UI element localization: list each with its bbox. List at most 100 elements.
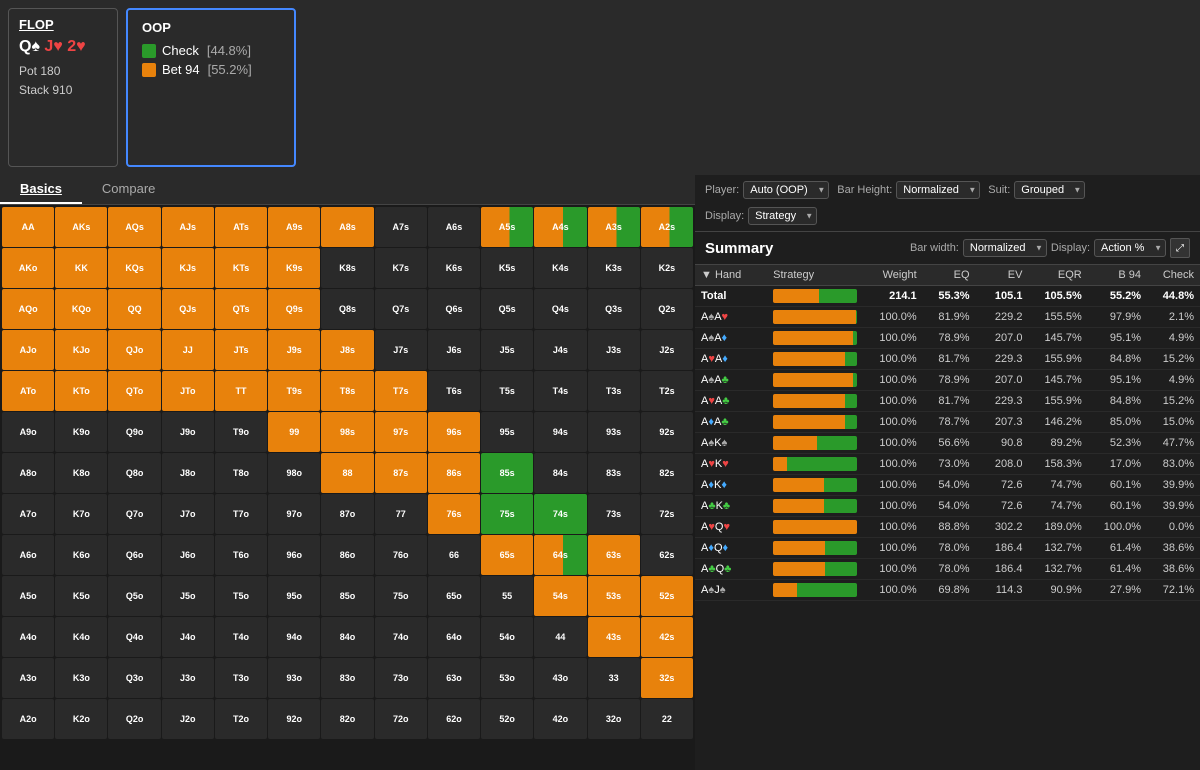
grid-cell-k2s[interactable]: K2s: [641, 248, 693, 288]
grid-cell-55[interactable]: 55: [481, 576, 533, 616]
table-row[interactable]: A♦A♣ 100.0% 78.7% 207.3 146.2% 85.0% 15.…: [695, 412, 1200, 433]
grid-cell-74o[interactable]: 74o: [375, 617, 427, 657]
grid-cell-k8s[interactable]: K8s: [321, 248, 373, 288]
grid-cell-j4s[interactable]: J4s: [534, 330, 586, 370]
grid-cell-73s[interactable]: 73s: [588, 494, 640, 534]
bar-width-select[interactable]: Normalized: [963, 239, 1047, 257]
table-row[interactable]: A♥Q♥ 100.0% 88.8% 302.2 189.0% 100.0% 0.…: [695, 517, 1200, 538]
grid-cell-q6o[interactable]: Q6o: [108, 535, 160, 575]
grid-cell-62s[interactable]: 62s: [641, 535, 693, 575]
grid-cell-a5o[interactable]: A5o: [2, 576, 54, 616]
grid-cell-jts[interactable]: JTs: [215, 330, 267, 370]
grid-cell-ajo[interactable]: AJo: [2, 330, 54, 370]
grid-cell-93o[interactable]: 93o: [268, 658, 320, 698]
grid-cell-qq[interactable]: QQ: [108, 289, 160, 329]
grid-cell-k4o[interactable]: K4o: [55, 617, 107, 657]
grid-cell-t6o[interactable]: T6o: [215, 535, 267, 575]
grid-cell-qto[interactable]: QTo: [108, 371, 160, 411]
grid-cell-64o[interactable]: 64o: [428, 617, 480, 657]
grid-cell-t9s[interactable]: T9s: [268, 371, 320, 411]
grid-cell-33[interactable]: 33: [588, 658, 640, 698]
table-row[interactable]: A♣K♣ 100.0% 54.0% 72.6 74.7% 60.1% 39.9%: [695, 496, 1200, 517]
grid-cell-95s[interactable]: 95s: [481, 412, 533, 452]
grid-cell-j7o[interactable]: J7o: [162, 494, 214, 534]
grid-cell-t2s[interactable]: T2s: [641, 371, 693, 411]
grid-cell-a3o[interactable]: A3o: [2, 658, 54, 698]
grid-cell-a5s[interactable]: A5s: [481, 207, 533, 247]
table-row[interactable]: A♠A♥ 100.0% 81.9% 229.2 155.5% 97.9% 2.1…: [695, 307, 1200, 328]
grid-cell-83o[interactable]: 83o: [321, 658, 373, 698]
grid-cell-j8o[interactable]: J8o: [162, 453, 214, 493]
grid-cell-75s[interactable]: 75s: [481, 494, 533, 534]
grid-cell-j4o[interactable]: J4o: [162, 617, 214, 657]
grid-cell-53s[interactable]: 53s: [588, 576, 640, 616]
grid-cell-84s[interactable]: 84s: [534, 453, 586, 493]
grid-cell-q5o[interactable]: Q5o: [108, 576, 160, 616]
grid-cell-t5s[interactable]: T5s: [481, 371, 533, 411]
grid-cell-tt[interactable]: TT: [215, 371, 267, 411]
grid-cell-q7o[interactable]: Q7o: [108, 494, 160, 534]
grid-cell-a9s[interactable]: A9s: [268, 207, 320, 247]
grid-cell-63s[interactable]: 63s: [588, 535, 640, 575]
grid-cell-ako[interactable]: AKo: [2, 248, 54, 288]
table-row[interactable]: A♠A♦ 100.0% 78.9% 207.0 145.7% 95.1% 4.9…: [695, 328, 1200, 349]
grid-cell-43o[interactable]: 43o: [534, 658, 586, 698]
grid-cell-63o[interactable]: 63o: [428, 658, 480, 698]
grid-cell-j6o[interactable]: J6o: [162, 535, 214, 575]
expand-button[interactable]: ⤢: [1170, 238, 1190, 258]
table-row[interactable]: A♠J♠ 100.0% 69.8% 114.3 90.9% 27.9% 72.1…: [695, 580, 1200, 601]
grid-cell-a7s[interactable]: A7s: [375, 207, 427, 247]
grid-cell-j2o[interactable]: J2o: [162, 699, 214, 739]
table-row[interactable]: A♣Q♣ 100.0% 78.0% 186.4 132.7% 61.4% 38.…: [695, 559, 1200, 580]
grid-cell-k6s[interactable]: K6s: [428, 248, 480, 288]
grid-cell-t9o[interactable]: T9o: [215, 412, 267, 452]
table-row[interactable]: A♦K♦ 100.0% 54.0% 72.6 74.7% 60.1% 39.9%: [695, 475, 1200, 496]
grid-cell-74s[interactable]: 74s: [534, 494, 586, 534]
grid-cell-a9o[interactable]: A9o: [2, 412, 54, 452]
table-row[interactable]: A♥A♦ 100.0% 81.7% 229.3 155.9% 84.8% 15.…: [695, 349, 1200, 370]
display-select[interactable]: Strategy: [748, 207, 817, 225]
grid-cell-j5s[interactable]: J5s: [481, 330, 533, 370]
grid-cell-a8o[interactable]: A8o: [2, 453, 54, 493]
grid-cell-q9o[interactable]: Q9o: [108, 412, 160, 452]
grid-cell-k7s[interactable]: K7s: [375, 248, 427, 288]
grid-cell-65s[interactable]: 65s: [481, 535, 533, 575]
grid-cell-q6s[interactable]: Q6s: [428, 289, 480, 329]
grid-cell-62o[interactable]: 62o: [428, 699, 480, 739]
grid-cell-ato[interactable]: ATo: [2, 371, 54, 411]
grid-cell-93s[interactable]: 93s: [588, 412, 640, 452]
grid-cell-a4o[interactable]: A4o: [2, 617, 54, 657]
grid-cell-53o[interactable]: 53o: [481, 658, 533, 698]
grid-cell-j8s[interactable]: J8s: [321, 330, 373, 370]
grid-cell-k2o[interactable]: K2o: [55, 699, 107, 739]
grid-cell-qts[interactable]: QTs: [215, 289, 267, 329]
grid-cell-72o[interactable]: 72o: [375, 699, 427, 739]
grid-cell-k5s[interactable]: K5s: [481, 248, 533, 288]
grid-cell-a7o[interactable]: A7o: [2, 494, 54, 534]
grid-cell-99[interactable]: 99: [268, 412, 320, 452]
grid-cell-t2o[interactable]: T2o: [215, 699, 267, 739]
grid-cell-ajs[interactable]: AJs: [162, 207, 214, 247]
grid-cell-52s[interactable]: 52s: [641, 576, 693, 616]
grid-cell-a6o[interactable]: A6o: [2, 535, 54, 575]
grid-cell-t6s[interactable]: T6s: [428, 371, 480, 411]
grid-cell-97s[interactable]: 97s: [375, 412, 427, 452]
grid-cell-j2s[interactable]: J2s: [641, 330, 693, 370]
grid-cell-a4s[interactable]: A4s: [534, 207, 586, 247]
grid-cell-q3o[interactable]: Q3o: [108, 658, 160, 698]
grid-cell-a2s[interactable]: A2s: [641, 207, 693, 247]
grid-cell-52o[interactable]: 52o: [481, 699, 533, 739]
grid-cell-t3s[interactable]: T3s: [588, 371, 640, 411]
grid-cell-k5o[interactable]: K5o: [55, 576, 107, 616]
grid-cell-t7o[interactable]: T7o: [215, 494, 267, 534]
grid-cell-q2s[interactable]: Q2s: [641, 289, 693, 329]
grid-cell-42o[interactable]: 42o: [534, 699, 586, 739]
grid-cell-96s[interactable]: 96s: [428, 412, 480, 452]
grid-cell-t4o[interactable]: T4o: [215, 617, 267, 657]
grid-cell-97o[interactable]: 97o: [268, 494, 320, 534]
grid-cell-32o[interactable]: 32o: [588, 699, 640, 739]
grid-cell-44[interactable]: 44: [534, 617, 586, 657]
grid-cell-k9o[interactable]: K9o: [55, 412, 107, 452]
grid-cell-q9s[interactable]: Q9s: [268, 289, 320, 329]
grid-cell-qjs[interactable]: QJs: [162, 289, 214, 329]
